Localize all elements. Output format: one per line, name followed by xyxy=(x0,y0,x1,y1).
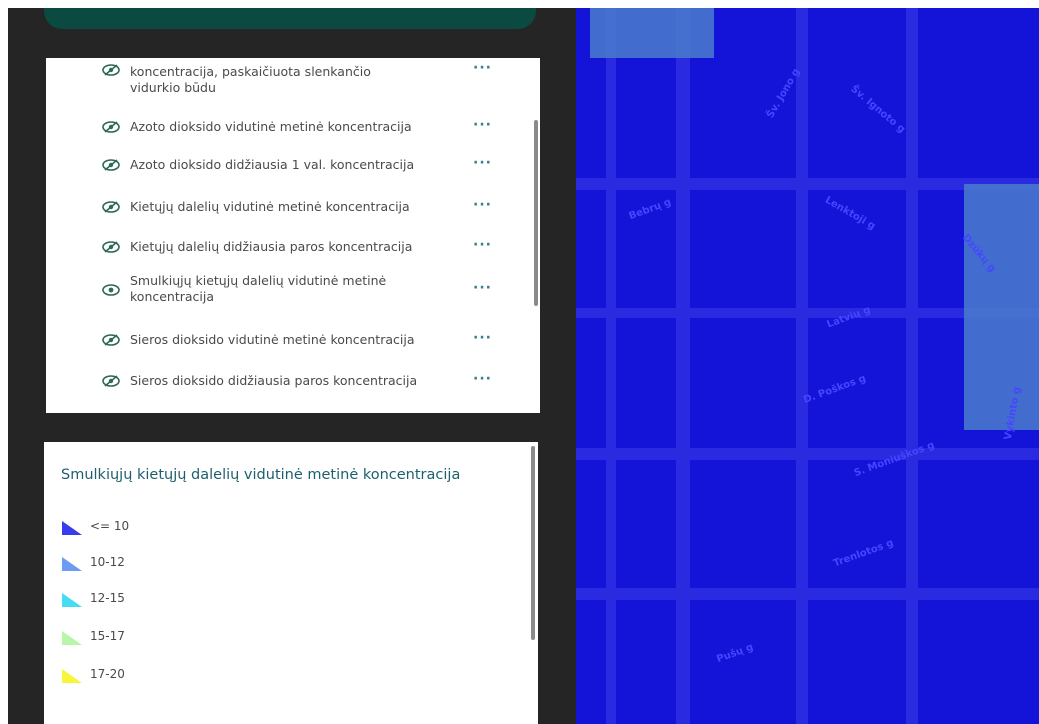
map-highlight-area xyxy=(964,184,1039,430)
street-label: Bebrų g xyxy=(627,196,673,223)
map-road xyxy=(906,8,918,724)
eye-hidden-icon[interactable] xyxy=(102,64,120,76)
more-options-icon[interactable]: ··· xyxy=(473,280,492,296)
layer-item[interactable]: Kietųjų dalelių vidutinė metinė koncentr… xyxy=(46,195,526,219)
legend-item: <= 10 xyxy=(62,518,262,538)
map-road xyxy=(796,8,808,724)
legend-label: 12-15 xyxy=(90,591,125,605)
more-options-icon[interactable]: ··· xyxy=(473,155,492,171)
legend-label: 15-17 xyxy=(90,629,125,643)
street-label: Pušų g xyxy=(715,641,755,666)
layer-list-scrollbar[interactable] xyxy=(534,120,538,306)
legend-label: 10-12 xyxy=(90,555,125,569)
legend-item: 12-15 xyxy=(62,590,262,610)
layer-item[interactable]: Kietųjų dalelių didžiausia paros koncent… xyxy=(46,235,526,259)
legend-swatch xyxy=(62,669,82,683)
layer-item[interactable]: Smulkiųjų kietųjų dalelių vidutinė metin… xyxy=(46,269,526,309)
legend-item: 15-17 xyxy=(62,628,262,648)
layer-label: Smulkiųjų kietųjų dalelių vidutinė metin… xyxy=(130,273,387,304)
legend-swatch xyxy=(62,521,82,535)
map-view[interactable]: Šv. Jono g Šv. Ignoto g Bebrų g Lenktoji… xyxy=(576,8,1039,724)
layer-list: koncentracija, paskaičiuota slenkančio v… xyxy=(46,58,540,413)
eye-hidden-icon[interactable] xyxy=(102,121,120,133)
legend-label: 17-20 xyxy=(90,667,125,681)
layer-panel: koncentracija, paskaičiuota slenkančio v… xyxy=(8,8,576,724)
more-options-icon[interactable]: ··· xyxy=(473,117,492,133)
layer-item[interactable]: Azoto dioksido vidutinė metinė koncentra… xyxy=(46,115,526,139)
legend-item: 17-20 xyxy=(62,666,262,686)
more-options-icon[interactable]: ··· xyxy=(473,371,492,387)
layer-label: Sieros dioksido didžiausia paros koncent… xyxy=(130,373,418,388)
legend-title: Smulkiųjų kietųjų dalelių vidutinė metin… xyxy=(61,467,461,483)
layer-item[interactable]: Azoto dioksido didžiausia 1 val. koncent… xyxy=(46,153,526,177)
layer-label: Kietųjų dalelių vidutinė metinė koncentr… xyxy=(130,199,410,214)
layer-label: Azoto dioksido didžiausia 1 val. koncent… xyxy=(130,157,415,172)
map-road xyxy=(606,8,616,724)
panel-header-bar xyxy=(44,8,536,29)
legend-label: <= 10 xyxy=(90,519,130,533)
layer-item[interactable]: koncentracija, paskaičiuota slenkančio v… xyxy=(46,58,526,98)
more-options-icon[interactable]: ··· xyxy=(473,330,492,346)
more-options-icon[interactable]: ··· xyxy=(473,60,492,76)
layer-label: Kietųjų dalelių didžiausia paros koncent… xyxy=(130,239,413,254)
street-label: Šv. Ignoto g xyxy=(848,83,908,136)
eye-visible-icon[interactable] xyxy=(102,284,120,296)
street-label: Trenlotos g xyxy=(832,537,896,570)
street-label: D. Poškos g xyxy=(802,373,868,406)
legend-swatch xyxy=(62,631,82,645)
legend-swatch xyxy=(62,557,82,571)
layer-label: Azoto dioksido vidutinė metinė koncentra… xyxy=(130,119,412,134)
layer-item[interactable]: Sieros dioksido didžiausia paros koncent… xyxy=(46,369,526,393)
eye-hidden-icon[interactable] xyxy=(102,201,120,213)
layer-label: Sieros dioksido vidutinė metinė koncentr… xyxy=(130,332,415,347)
layer-label: koncentracija, paskaičiuota slenkančio v… xyxy=(130,64,371,95)
more-options-icon[interactable]: ··· xyxy=(473,197,492,213)
eye-hidden-icon[interactable] xyxy=(102,241,120,253)
eye-hidden-icon[interactable] xyxy=(102,159,120,171)
legend-panel: Smulkiųjų kietųjų dalelių vidutinė metin… xyxy=(44,442,538,724)
legend-swatch xyxy=(62,593,82,607)
map-road xyxy=(576,588,1039,600)
street-label: Lenktoji g xyxy=(823,194,878,233)
eye-hidden-icon[interactable] xyxy=(102,334,120,346)
legend-scrollbar[interactable] xyxy=(531,446,535,640)
layer-item[interactable]: Sieros dioksido vidutinė metinė koncentr… xyxy=(46,328,526,352)
map-highlight-area xyxy=(590,8,714,58)
eye-hidden-icon[interactable] xyxy=(102,375,120,387)
more-options-icon[interactable]: ··· xyxy=(473,237,492,253)
map-road xyxy=(676,8,690,724)
map-road xyxy=(576,448,1039,460)
legend-item: 10-12 xyxy=(62,554,262,574)
